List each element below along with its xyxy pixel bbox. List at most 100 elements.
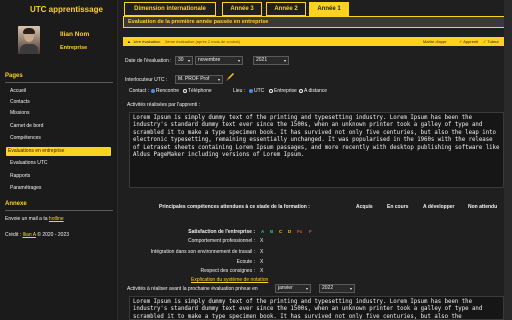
row-comportement-mark[interactable]: X	[260, 238, 263, 244]
annexe-text: Envoie un mail a ta hotline	[5, 216, 64, 222]
activities-textarea[interactable]: Lorem Ipsum is simply dummy text of the …	[129, 112, 504, 188]
tab-annee-1[interactable]: Année 1	[309, 2, 349, 16]
user-role: Entreprise	[60, 45, 88, 51]
legend-master: Maître d'appr.	[423, 39, 448, 44]
radio-icon	[183, 88, 187, 93]
chevron-down-icon: ▾	[217, 77, 220, 82]
legend-second: 2ème évaluation (après 2 mois de contrat…	[165, 39, 240, 44]
chevron-down-icon: ▾	[187, 58, 190, 63]
chevron-down-icon: ▾	[349, 286, 352, 291]
date-year-value: 2021	[256, 57, 268, 63]
row-integration-label: Intégration dans son environnement de tr…	[150, 249, 255, 255]
legend-bar: ▲ 1ère évaluation 2ème évaluation (après…	[123, 37, 508, 53]
date-month-select[interactable]: novembre ▾	[195, 56, 243, 65]
user-name: Ilian Nom	[60, 31, 90, 38]
radio-icon	[299, 88, 303, 93]
satisfaction-label: Satisfaction de l'entreprise :	[188, 229, 255, 235]
tab-dimension-internationale[interactable]: Dimension internationale	[124, 2, 216, 16]
row-respect-label: Respect des consignes :	[200, 268, 255, 274]
contact-telephone-label: Téléphone	[188, 88, 212, 94]
interlocuteur-label: Interlocuteur UTC :	[125, 77, 168, 83]
pen-icon[interactable]	[225, 72, 235, 82]
legend-first-icon: ▲	[127, 39, 131, 44]
annexe-text-prefix: Envoie un mail a ta	[5, 216, 49, 222]
notation-explanation-link[interactable]: Explication du système de notation	[191, 277, 268, 283]
chevron-down-icon: ▾	[237, 58, 240, 63]
lieu-distance-label: A distance	[304, 88, 328, 94]
divider	[5, 82, 113, 83]
col-en-cours: En cours	[387, 204, 409, 210]
chevron-down-icon: ▾	[305, 286, 308, 291]
lieu-entreprise-radio[interactable]: Entreprise	[269, 88, 297, 94]
divider	[5, 210, 113, 211]
avatar	[18, 26, 40, 54]
col-acquis: Acquis	[356, 204, 373, 210]
legend-first: 1ère évaluation	[133, 39, 161, 44]
sidebar-item-evaluations-entreprise[interactable]: Evaluations en entreprise	[6, 147, 111, 156]
contact-telephone-radio[interactable]: Téléphone	[183, 88, 212, 94]
col-non-attendu: Non attendu	[468, 204, 498, 210]
sidebar-item-carnet[interactable]: Carnet de bord	[8, 122, 113, 131]
lieu-entreprise-label: Entreprise	[274, 88, 297, 94]
contact-rencontre-label: Rencontre	[156, 88, 180, 94]
date-day-select[interactable]: 30 ▾	[175, 56, 193, 65]
app-title: UTC apprentissage	[30, 5, 103, 14]
lieu-label: Lieu :	[233, 88, 246, 94]
row-ecoute-mark[interactable]: X	[260, 259, 263, 265]
next-month-select[interactable]: janvier ▾	[275, 284, 311, 293]
sidebar-item-contacts[interactable]: Contacts	[8, 98, 113, 107]
radio-selected-icon	[151, 88, 155, 93]
next-activities-label: Activités à réaliser avant la prochaine …	[127, 286, 258, 292]
chevron-down-icon: ▾	[283, 58, 286, 63]
row-comportement-label: Comportement professionnel :	[188, 238, 255, 244]
row-integration-mark[interactable]: X	[260, 249, 263, 255]
legend-apprenti: ✓ Apprenti	[459, 39, 479, 44]
sidebar-item-rapports[interactable]: Rapports	[8, 172, 113, 181]
row-respect-mark[interactable]: X	[260, 268, 263, 274]
sidebar-item-competences[interactable]: Compétences	[8, 134, 113, 143]
lieu-distance-radio[interactable]: A distance	[299, 88, 327, 94]
credit-suffix: © 2020 - 2023	[35, 232, 70, 238]
pages-heading: Pages	[5, 73, 23, 79]
contact-rencontre-radio[interactable]: Rencontre	[151, 88, 179, 94]
radio-icon	[269, 88, 273, 93]
activities-label: Activités réalisées par l'apprenti :	[127, 102, 200, 108]
grade-c: C	[279, 229, 283, 234]
grade-b: B	[270, 229, 274, 234]
grade-a: A	[261, 229, 265, 234]
credit: Crédit : Ilian A © 2020 - 2023	[5, 232, 69, 238]
next-year-value: 2022	[322, 285, 334, 291]
date-year-select[interactable]: 2021 ▾	[253, 56, 289, 65]
sidebar-item-parametrages[interactable]: Paramétrages	[8, 184, 113, 193]
grade-d: D	[288, 229, 292, 234]
next-year-select[interactable]: 2022 ▾	[319, 284, 355, 293]
sidebar-item-missions[interactable]: Missions	[8, 109, 113, 118]
sidebar-item-accueil[interactable]: Accueil	[8, 87, 113, 96]
grade-f: F	[309, 229, 312, 234]
lieu-utc-radio[interactable]: UTC	[249, 88, 264, 94]
interlocuteur-select[interactable]: M. PROF Prof ▾	[175, 75, 223, 84]
credit-author-link[interactable]: Ilian A	[23, 232, 36, 238]
competences-heading: Principales compétences attendues à ce s…	[159, 204, 310, 210]
date-label: Date de l'évaluation :	[125, 58, 172, 64]
next-activities-textarea[interactable]: Lorem Ipsum is simply dummy text of the …	[129, 296, 504, 320]
scrollbar[interactable]	[504, 0, 512, 320]
next-month-value: janvier	[278, 285, 293, 291]
row-ecoute-label: Ecoute :	[236, 259, 255, 265]
interlocuteur-value: M. PROF Prof	[178, 76, 210, 82]
annexe-heading: Annexe	[5, 201, 27, 207]
date-month-value: novembre	[198, 57, 221, 63]
sidebar-item-evaluations-utc[interactable]: Evaluations UTC	[8, 159, 113, 168]
evaluation-header: Evaluation de la première année passée e…	[123, 16, 508, 28]
tab-annee-2[interactable]: Année 2	[266, 2, 306, 16]
col-a-developper: A développer	[423, 204, 455, 210]
radio-selected-icon	[249, 88, 253, 93]
contact-label: Contact :	[129, 88, 150, 94]
hotline-link[interactable]: hotline	[49, 216, 64, 222]
sidebar: UTC apprentissage Ilian Nom Entreprise P…	[0, 0, 118, 320]
credit-prefix: Crédit :	[5, 232, 23, 238]
lieu-utc-label: UTC	[254, 88, 265, 94]
date-day-value: 30	[178, 57, 184, 63]
tab-annee-3[interactable]: Année 3	[222, 2, 262, 16]
main-panel: Evaluation de la première année passée e…	[123, 16, 512, 320]
